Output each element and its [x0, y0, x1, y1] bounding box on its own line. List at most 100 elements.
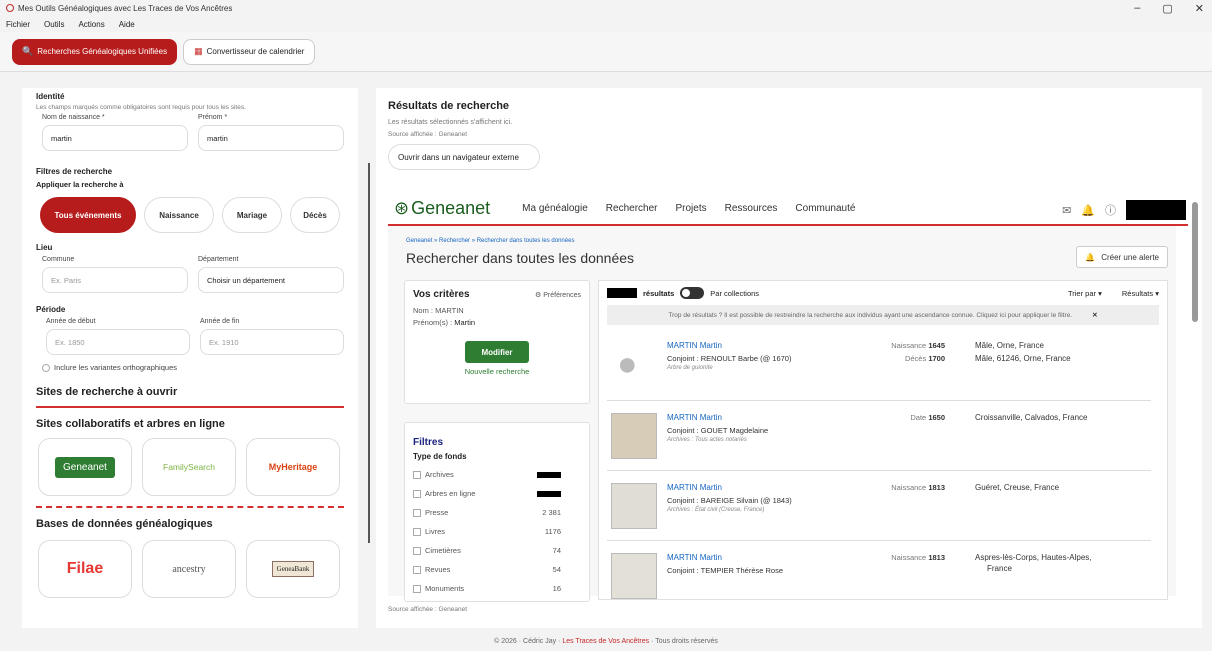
geneanet-logo[interactable]: ⊛ Geneanet [394, 198, 490, 219]
result-source: Archives : État civil (Creuse, France) [667, 507, 765, 513]
sites-title: Sites de recherche à ouvrir [36, 386, 344, 409]
site-filae[interactable]: Filae [38, 540, 132, 599]
results-title: Résultats de recherche [388, 100, 510, 112]
breadcrumb[interactable]: Geneanet » Rechercher » Rechercher dans … [406, 238, 574, 244]
tab-recherches[interactable]: 🔍 Recherches Généalogiques Unifiées [12, 38, 178, 65]
footer-brand-link[interactable]: Les Traces de Vos Ancêtres [562, 638, 649, 645]
count-redacted [537, 471, 561, 478]
nav-communaute[interactable]: Communauté [795, 203, 855, 214]
commune-input[interactable]: Ex. Paris [42, 267, 188, 293]
result-item[interactable]: ● MARTIN Martin Conjoint : RENOULT Barbe… [607, 331, 1151, 401]
results-label: résultats [643, 288, 675, 298]
result-name[interactable]: MARTIN Martin [667, 553, 783, 562]
db-title: Bases de données généalogiques [36, 518, 213, 531]
result-event: Naissance 1645 [891, 341, 945, 350]
variants-checkbox[interactable] [42, 364, 50, 373]
notification-icon[interactable]: 🔔 [1081, 204, 1095, 217]
new-search-link[interactable]: Nouvelle recherche [413, 367, 581, 376]
result-name[interactable]: MARTIN Martin [667, 413, 768, 422]
variants-option[interactable]: Inclure les variantes orthographiques [36, 363, 344, 373]
site-ancestry[interactable]: ancestry [142, 540, 236, 599]
create-alert-button[interactable]: 🔔 Créer une alerte [1076, 246, 1168, 268]
first-name-input[interactable]: martin [198, 125, 344, 151]
identity-title: Identité [36, 92, 65, 101]
bottom-source: Source affichée : Geneanet [388, 606, 468, 613]
filter-revues[interactable]: Revues 54 [413, 560, 581, 579]
close-button[interactable]: ✕ [1195, 2, 1204, 15]
end-year-input[interactable]: Ex. 1910 [200, 329, 344, 355]
result-place: Mâle, Orne, France [975, 341, 1044, 350]
left-scrollbar[interactable] [368, 88, 374, 633]
nav-ressources[interactable]: Ressources [725, 203, 778, 214]
results-panel: Résultats de recherche Les résultats sél… [376, 88, 1202, 628]
commune-label: Commune [42, 256, 75, 263]
event-death-button[interactable]: Décès [290, 197, 340, 233]
bell-icon: 🔔 [1085, 252, 1096, 262]
account-redacted[interactable] [1126, 200, 1186, 220]
result-item[interactable]: MARTIN Martin Conjoint : BAREIGE Silvain… [607, 471, 1151, 541]
filter-cimetieres[interactable]: Cimetières 74 [413, 541, 581, 560]
help-icon[interactable]: ⓘ [1105, 202, 1116, 218]
filter-arbres[interactable]: Arbres en ligne [413, 484, 581, 503]
criteria-firstname: Prénom(s) : Martin [413, 318, 476, 327]
end-year-label: Année de fin [200, 318, 240, 325]
mail-icon[interactable]: ✉ [1062, 204, 1071, 217]
footer: © 2026 · Cédric Jay · Les Traces de Vos … [494, 638, 718, 645]
site-geneanet[interactable]: Geneanet [38, 438, 132, 497]
result-event: Naissance 1813 [891, 553, 945, 562]
close-icon[interactable]: ✕ [1092, 311, 1097, 319]
event-birth-button[interactable]: Naissance [144, 197, 214, 233]
maximize-button[interactable]: ▢ [1162, 2, 1172, 15]
birth-name-label: Nom de naissance * [42, 114, 105, 121]
divider [36, 506, 344, 509]
department-select[interactable]: Choisir un département [198, 267, 344, 293]
tab-calendrier[interactable]: ▦ Convertisseur de calendrier [183, 38, 316, 65]
result-name[interactable]: MARTIN Martin [667, 483, 792, 492]
site-geneabank[interactable]: GeneaBank [246, 540, 340, 599]
menu-actions[interactable]: Actions [78, 20, 104, 29]
start-year-input[interactable]: Ex. 1850 [46, 329, 190, 355]
site-myheritage[interactable]: MyHeritage [246, 438, 340, 497]
event-marriage-button[interactable]: Mariage [222, 197, 282, 233]
criteria-name: Nom : MARTIN [413, 306, 464, 315]
filter-presse[interactable]: Presse 2 381 [413, 503, 581, 522]
birth-name-input[interactable]: martin [42, 125, 188, 151]
minimize-button[interactable]: – [1134, 2, 1140, 15]
window-title: Mes Outils Généalogiques avec Les Traces… [18, 3, 233, 13]
result-item[interactable]: MARTIN Martin Conjoint : TEMPIER Thérèse… [607, 541, 1151, 611]
result-place: Mâle, 61246, Orne, France [975, 354, 1071, 363]
result-spouse: Conjoint : RENOULT Barbe (@ 1670) [667, 354, 792, 363]
nav-projets[interactable]: Projets [675, 203, 706, 214]
result-source: Arbre de guionite [667, 365, 713, 371]
apply-label: Appliquer la recherche à [36, 180, 124, 189]
result-item[interactable]: MARTIN Martin Conjoint : GOUET Magdelain… [607, 401, 1151, 471]
filter-livres[interactable]: Livres 1176 [413, 522, 581, 541]
nav-ma-genealogie[interactable]: Ma généalogie [522, 203, 588, 214]
collections-toggle[interactable] [680, 287, 705, 299]
results-dropdown[interactable]: Résultats ▾ [1122, 289, 1159, 298]
modify-button[interactable]: Modifier [465, 341, 529, 363]
result-place: Croissanville, Calvados, France [975, 413, 1088, 422]
result-name[interactable]: MARTIN Martin [667, 341, 791, 350]
menu-aide[interactable]: Aide [119, 20, 135, 29]
info-banner[interactable]: Trop de résultats ? Il est possible de r… [607, 305, 1159, 325]
collections-label: Par collections [710, 288, 760, 298]
calendar-icon: ▦ [194, 46, 203, 56]
filter-monuments[interactable]: Monuments 16 [413, 579, 581, 598]
filter-archives[interactable]: Archives [413, 465, 581, 484]
preferences-link[interactable]: ⚙ Préférences [535, 291, 581, 299]
result-event: Décès 1700 [904, 354, 945, 363]
sort-dropdown[interactable]: Trier par ▾ [1068, 289, 1102, 298]
open-external-button[interactable]: Ouvrir dans un navigateur externe [388, 144, 540, 170]
site-familysearch[interactable]: FamilySearch [142, 438, 236, 497]
result-place: Guéret, Creuse, France [975, 483, 1060, 492]
event-all-button[interactable]: Tous événements [40, 197, 136, 233]
menu-bar: Fichier Outils Actions Aide [0, 16, 1212, 32]
results-count-redacted [607, 288, 637, 298]
menu-fichier[interactable]: Fichier [6, 20, 30, 29]
document-thumbnail [611, 483, 657, 529]
nav-rechercher[interactable]: Rechercher [606, 203, 658, 214]
menu-outils[interactable]: Outils [44, 20, 64, 29]
search-form-panel: Identité Les champs marqués comme obliga… [22, 88, 358, 628]
results-scrollbar[interactable] [1192, 192, 1200, 592]
